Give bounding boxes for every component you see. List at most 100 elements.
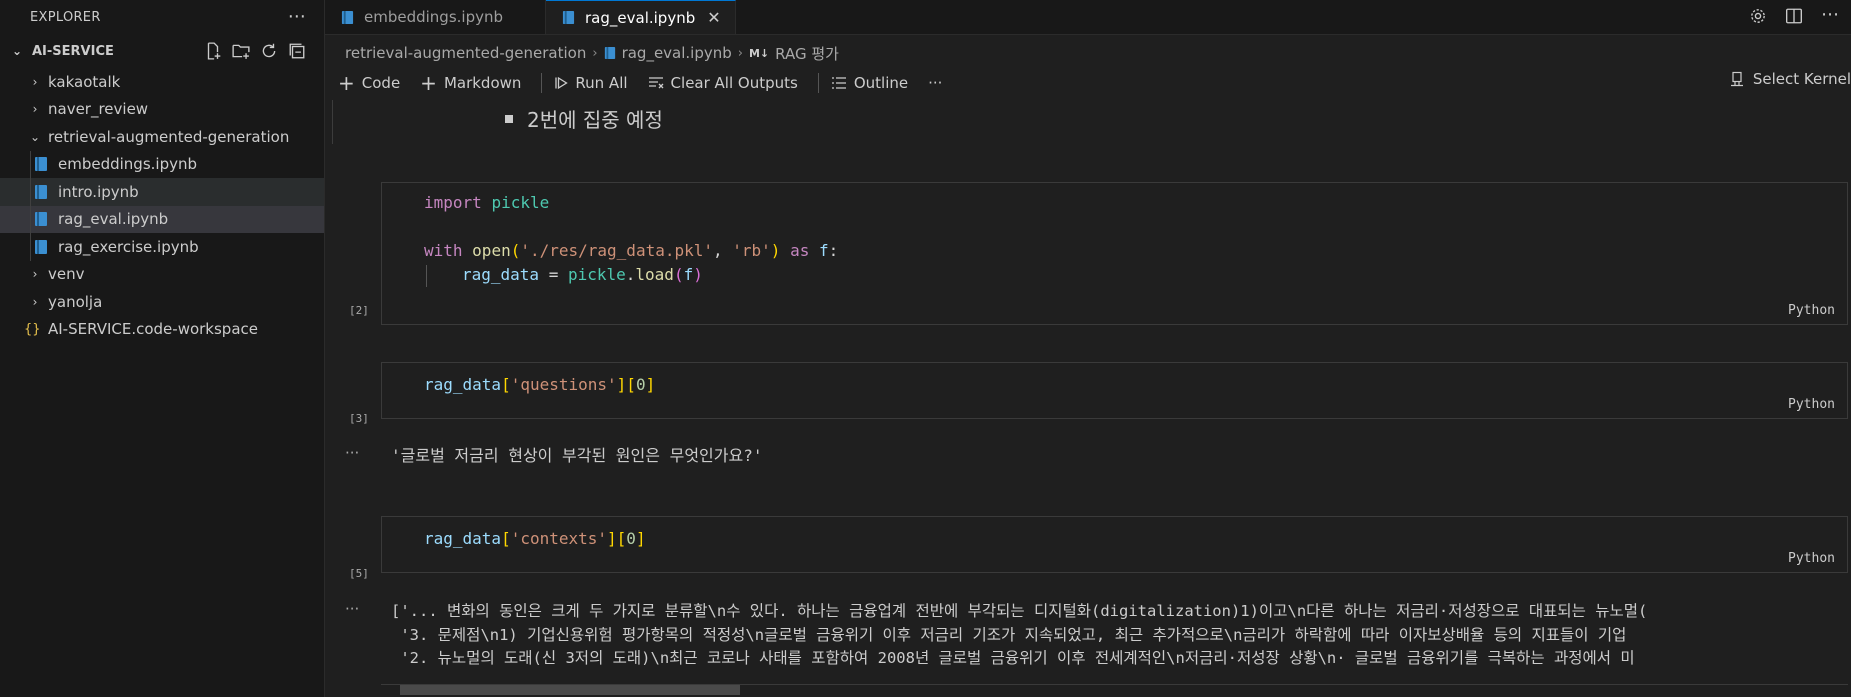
code-token: . <box>625 265 636 284</box>
bullet-marker <box>505 114 513 123</box>
code-line-1: import pickle <box>424 191 549 215</box>
code-token: 0 <box>635 375 646 394</box>
collapse-all-icon[interactable] <box>288 42 306 60</box>
add-code-cell-button[interactable]: + Code <box>338 71 400 95</box>
code-token: as <box>790 241 810 260</box>
button-label: Select Kernel <box>1752 70 1851 88</box>
output-line: '3. 문제점\n1) 기업신용위험 평가항목의 적정성\n글로벌 금융위기 이… <box>391 625 1627 644</box>
cell-language-label[interactable]: Python <box>1788 303 1835 318</box>
indent-guide <box>30 233 31 261</box>
code-token: ) <box>693 265 703 284</box>
more-actions-icon[interactable]: ⋯ <box>288 6 306 27</box>
tree-item-label: kakaotalk <box>48 72 121 91</box>
notebook-icon <box>341 10 354 24</box>
code-token: with <box>424 241 463 260</box>
tree-item-rag-exercise[interactable]: rag_exercise.ipynb <box>0 233 324 261</box>
button-label: Code <box>361 74 401 92</box>
tree-item-kakaotalk[interactable]: › kakaotalk <box>0 68 324 96</box>
tree-item-label: rag_eval.ipynb <box>58 210 169 229</box>
button-label: Run All <box>575 74 628 92</box>
tab-embeddings[interactable]: embeddings.ipynb <box>325 0 547 34</box>
tree-item-venv[interactable]: › venv <box>0 261 324 289</box>
tree-item-naver-review[interactable]: › naver_review <box>0 96 324 124</box>
cell-language-label[interactable]: Python <box>1788 397 1835 412</box>
plus-icon: + <box>420 71 437 95</box>
select-kernel-button[interactable]: Select Kernel <box>1729 70 1851 88</box>
code-token: ) <box>770 241 781 260</box>
more-actions-icon[interactable]: ⋯ <box>1821 6 1839 25</box>
cell-output: '글로벌 저금리 현상이 부각된 원인은 무엇인가요?' <box>391 446 763 465</box>
markdown-cell[interactable]: 2번에 집중 예정 <box>505 104 663 133</box>
tree-item-intro[interactable]: intro.ipynb <box>0 178 324 206</box>
split-editor-icon[interactable] <box>1785 7 1803 25</box>
code-token: open <box>472 241 511 260</box>
clear-all-outputs-button[interactable]: Clear All Outputs <box>648 74 798 92</box>
notebook-icon <box>604 47 615 59</box>
gear-icon[interactable] <box>1749 7 1767 25</box>
code-token: load <box>635 265 674 284</box>
button-label: Outline <box>853 74 909 92</box>
tree-item-workspace-file[interactable]: {} AI-SERVICE.code-workspace <box>0 316 324 344</box>
breadcrumb: retrieval-augmented-generation › rag_eva… <box>345 42 839 64</box>
code-token: f <box>818 241 829 260</box>
breadcrumb-file[interactable]: rag_eval.ipynb <box>622 44 732 62</box>
outline-button[interactable]: Outline <box>831 74 908 92</box>
button-label: Clear All Outputs <box>670 74 798 92</box>
code-line: rag_data['contexts'][0] <box>424 527 646 551</box>
code-cell[interactable]: rag_data['contexts'][0] Python <box>381 516 1848 573</box>
refresh-icon[interactable] <box>260 42 278 60</box>
code-token: rag_data <box>462 265 540 284</box>
chevron-right-icon: › <box>737 45 743 61</box>
tree-item-label: naver_review <box>48 100 149 119</box>
plus-icon: + <box>338 71 355 95</box>
tree-item-rag-eval[interactable]: rag_eval.ipynb <box>0 205 324 233</box>
explorer-actions <box>204 42 306 60</box>
tree-item-retrieval-augmented-generation[interactable]: ⌄ retrieval-augmented-generation <box>0 123 324 151</box>
tab-label: rag_eval.ipynb <box>585 8 696 27</box>
code-token: 'contexts' <box>510 529 608 548</box>
tree-item-yanolja[interactable]: › yanolja <box>0 288 324 316</box>
code-line-4: rag_data = pickle.load(f) <box>462 263 703 287</box>
code-cell[interactable]: import pickle with open('./res/rag_data.… <box>381 182 1848 325</box>
tree-item-label: retrieval-augmented-generation <box>48 127 290 146</box>
code-token: ] <box>635 529 646 548</box>
list-icon <box>831 77 846 89</box>
output-actions-icon[interactable]: ··· <box>345 600 359 618</box>
more-toolbar-button[interactable]: ··· <box>928 74 942 92</box>
new-file-icon[interactable] <box>204 42 222 60</box>
code-cell[interactable]: rag_data['questions'][0] Python <box>381 362 1848 419</box>
file-tree: › kakaotalk › naver_review ⌄ retrieval-a… <box>0 68 324 343</box>
chevron-right-icon: › <box>592 45 598 61</box>
notebook-toolbar: + Code + Markdown Run All Clear All Outp… <box>338 70 1851 96</box>
cell-language-label[interactable]: Python <box>1788 551 1835 566</box>
tab-label: embeddings.ipynb <box>364 8 504 26</box>
explorer-title: EXPLORER <box>30 9 101 25</box>
editor-actions: ⋯ <box>1749 6 1839 25</box>
tree-item-label: venv <box>48 265 85 284</box>
code-token: ( <box>510 241 521 260</box>
output-line: ['... 변화의 동인은 크게 두 가지로 분류할\n수 있다. 하나는 금융… <box>391 602 1648 620</box>
more-actions-icon: ··· <box>928 74 943 92</box>
breadcrumb-folder[interactable]: retrieval-augmented-generation <box>345 44 586 62</box>
tree-item-label: rag_exercise.ipynb <box>58 237 199 256</box>
close-icon[interactable]: ✕ <box>707 8 720 27</box>
clear-all-icon <box>648 77 664 89</box>
tab-rag-eval[interactable]: rag_eval.ipynb ✕ <box>546 0 736 34</box>
tree-item-embeddings[interactable]: embeddings.ipynb <box>0 150 324 178</box>
breadcrumb-section[interactable]: RAG 평가 <box>775 43 839 64</box>
workspace-section-header[interactable]: ⌄ AI-SERVICE <box>0 34 324 68</box>
new-folder-icon[interactable] <box>232 42 250 60</box>
run-all-icon <box>555 76 569 90</box>
add-markdown-cell-button[interactable]: + Markdown <box>420 71 521 95</box>
tree-item-label: AI-SERVICE.code-workspace <box>48 320 258 339</box>
toolbar-divider <box>817 73 819 93</box>
explorer-header: EXPLORER ⋯ <box>0 0 324 34</box>
code-token: : <box>828 241 839 260</box>
output-actions-icon[interactable]: ··· <box>345 444 359 462</box>
horizontal-scrollbar[interactable] <box>400 685 740 695</box>
run-all-button[interactable]: Run All <box>554 74 628 92</box>
code-line: rag_data['questions'][0] <box>424 373 655 397</box>
notebook-icon <box>35 212 47 227</box>
braces-icon: {} <box>24 321 41 337</box>
code-token: ( <box>673 265 684 284</box>
